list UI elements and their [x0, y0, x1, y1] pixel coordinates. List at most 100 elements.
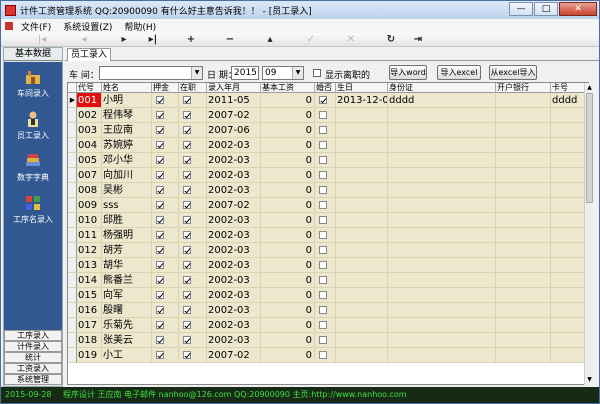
- cell-id_card[interactable]: [388, 228, 496, 243]
- cell-code[interactable]: 005: [77, 153, 102, 168]
- cell-id_card[interactable]: [388, 153, 496, 168]
- table-row[interactable]: 002 程伟琴 2007-02 0: [68, 108, 588, 123]
- cell-married[interactable]: [315, 258, 336, 273]
- show-left-checkbox[interactable]: [313, 69, 321, 77]
- cell-active[interactable]: [179, 138, 207, 153]
- cell-name[interactable]: 吴彬: [102, 183, 152, 198]
- table-row[interactable]: 015 向军 2002-03 0: [68, 288, 588, 303]
- cell-code[interactable]: 016: [77, 303, 102, 318]
- cell-salary[interactable]: 0: [261, 198, 315, 213]
- cell-birthday[interactable]: [336, 153, 388, 168]
- vertical-scrollbar[interactable]: ▲ ▼: [584, 83, 593, 385]
- btn-salary-entry[interactable]: 工资录入: [4, 363, 62, 374]
- deposit-checkbox[interactable]: [156, 216, 164, 224]
- maximize-button[interactable]: □: [534, 2, 558, 16]
- nav-dictionary[interactable]: 数字字典: [4, 152, 62, 183]
- workshop-select[interactable]: ▼: [99, 66, 203, 80]
- cell-month[interactable]: 2002-03: [207, 273, 261, 288]
- header-code[interactable]: 代号: [77, 83, 102, 93]
- active-checkbox[interactable]: [183, 246, 191, 254]
- cell-deposit[interactable]: [152, 258, 179, 273]
- married-checkbox[interactable]: [319, 291, 327, 299]
- active-checkbox[interactable]: [183, 276, 191, 284]
- cell-month[interactable]: 2011-05: [207, 93, 261, 108]
- active-checkbox[interactable]: [183, 291, 191, 299]
- cell-married[interactable]: [315, 318, 336, 333]
- cell-salary[interactable]: 0: [261, 288, 315, 303]
- deposit-checkbox[interactable]: [156, 246, 164, 254]
- cell-birthday[interactable]: [336, 348, 388, 363]
- active-checkbox[interactable]: [183, 321, 191, 329]
- cell-code[interactable]: 011: [77, 228, 102, 243]
- cell-id_card[interactable]: [388, 318, 496, 333]
- cell-salary[interactable]: 0: [261, 333, 315, 348]
- active-checkbox[interactable]: [183, 306, 191, 314]
- cell-salary[interactable]: 0: [261, 153, 315, 168]
- cell-salary[interactable]: 0: [261, 258, 315, 273]
- cell-code[interactable]: 018: [77, 333, 102, 348]
- cell-birthday[interactable]: [336, 168, 388, 183]
- header-deposit[interactable]: 押金: [152, 83, 179, 93]
- cell-code[interactable]: 014: [77, 273, 102, 288]
- deposit-checkbox[interactable]: [156, 276, 164, 284]
- cell-salary[interactable]: 0: [261, 168, 315, 183]
- table-row[interactable]: 010 邱胜 2002-03 0: [68, 213, 588, 228]
- table-row[interactable]: 004 苏婉婷 2002-03 0: [68, 138, 588, 153]
- married-checkbox[interactable]: [319, 141, 327, 149]
- married-checkbox[interactable]: [319, 351, 327, 359]
- cell-id_card[interactable]: [388, 303, 496, 318]
- cell-birthday[interactable]: [336, 258, 388, 273]
- export-excel-button[interactable]: 导入excel: [437, 65, 481, 80]
- active-checkbox[interactable]: [183, 201, 191, 209]
- cell-name[interactable]: 邓小华: [102, 153, 152, 168]
- cell-bank[interactable]: [496, 228, 551, 243]
- nav-employee[interactable]: 员工录入: [4, 110, 62, 141]
- prev-record-icon[interactable]: ◂: [77, 33, 91, 47]
- deposit-checkbox[interactable]: [156, 126, 164, 134]
- cell-name[interactable]: 向军: [102, 288, 152, 303]
- cell-id_card[interactable]: [388, 183, 496, 198]
- cell-month[interactable]: 2007-06: [207, 123, 261, 138]
- married-checkbox[interactable]: [319, 216, 327, 224]
- btn-statistics[interactable]: 统计: [4, 352, 62, 363]
- cell-name[interactable]: 程伟琴: [102, 108, 152, 123]
- deposit-checkbox[interactable]: [156, 291, 164, 299]
- cell-bank[interactable]: [496, 213, 551, 228]
- cell-bank[interactable]: [496, 273, 551, 288]
- deposit-checkbox[interactable]: [156, 321, 164, 329]
- header-name[interactable]: 姓名: [102, 83, 152, 93]
- cell-bank[interactable]: [496, 333, 551, 348]
- cell-active[interactable]: [179, 93, 207, 108]
- active-checkbox[interactable]: [183, 261, 191, 269]
- scroll-thumb[interactable]: [586, 93, 593, 203]
- cell-code[interactable]: 019: [77, 348, 102, 363]
- married-checkbox[interactable]: [319, 156, 327, 164]
- active-checkbox[interactable]: [183, 186, 191, 194]
- cell-bank[interactable]: [496, 243, 551, 258]
- cell-salary[interactable]: 0: [261, 123, 315, 138]
- married-checkbox[interactable]: [319, 201, 327, 209]
- cell-month[interactable]: 2002-03: [207, 153, 261, 168]
- cell-birthday[interactable]: [336, 333, 388, 348]
- cell-married[interactable]: [315, 153, 336, 168]
- cell-deposit[interactable]: [152, 138, 179, 153]
- married-checkbox[interactable]: [319, 261, 327, 269]
- cell-bank[interactable]: [496, 348, 551, 363]
- cell-bank[interactable]: [496, 93, 551, 108]
- export-word-button[interactable]: 导入word: [389, 65, 427, 80]
- married-checkbox[interactable]: [319, 231, 327, 239]
- cell-code[interactable]: 017: [77, 318, 102, 333]
- nav-workshop[interactable]: 车间录入: [4, 68, 62, 99]
- cell-name[interactable]: 向加川: [102, 168, 152, 183]
- cell-code[interactable]: 002: [77, 108, 102, 123]
- cell-name[interactable]: 殷曙: [102, 303, 152, 318]
- cell-married[interactable]: [315, 228, 336, 243]
- year-input[interactable]: 2015: [231, 66, 259, 80]
- menu-file[interactable]: 文件(F): [21, 20, 51, 33]
- deposit-checkbox[interactable]: [156, 96, 164, 104]
- cell-month[interactable]: 2002-03: [207, 168, 261, 183]
- cell-active[interactable]: [179, 153, 207, 168]
- panel-header[interactable]: 基本数据: [4, 48, 62, 61]
- menu-help[interactable]: 帮助(H): [124, 20, 156, 33]
- active-checkbox[interactable]: [183, 156, 191, 164]
